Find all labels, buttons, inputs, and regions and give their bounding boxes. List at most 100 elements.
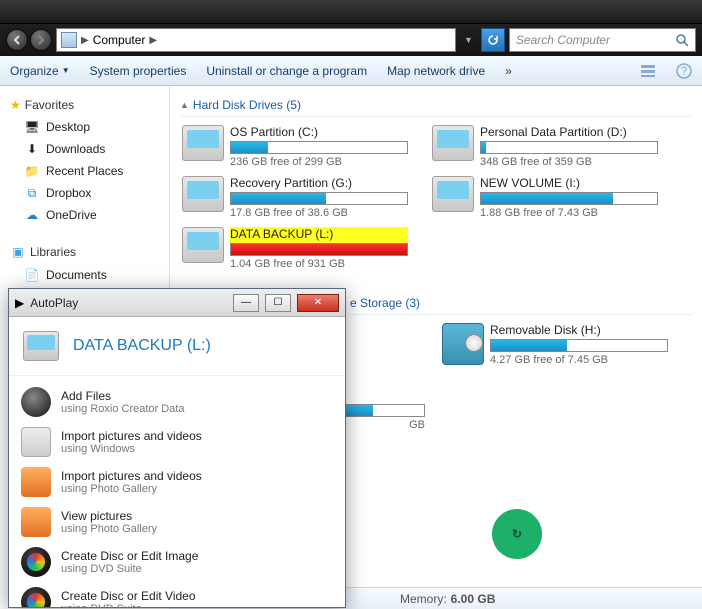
drive-item[interactable]: DATA BACKUP (L:)1.04 GB free of 931 GB [180,225,410,272]
cam-icon [21,427,51,457]
favorites-header[interactable]: ★ Favorites [4,94,165,116]
autoplay-action-list[interactable]: Add Filesusing Roxio Creator DataImport … [9,376,345,607]
uninstall-program-button[interactable]: Uninstall or change a program [206,64,367,78]
command-bar: Organize▼ System properties Uninstall or… [0,56,702,86]
drive-icon [23,331,59,361]
search-icon [675,33,689,47]
usage-bar [480,192,658,205]
memory-label: Memory: [400,592,447,606]
drive-free: GB [345,419,425,431]
usage-bar [490,339,668,352]
action-subtitle: using Windows [61,443,202,455]
autoplay-action[interactable]: View picturesusing Photo Gallery [11,502,343,542]
computer-icon [61,32,77,48]
libraries-header[interactable]: ▣ Libraries [4,240,165,264]
removable-section-header[interactable]: e Storage (3) [350,292,692,315]
map-network-drive-button[interactable]: Map network drive [387,64,485,78]
search-input[interactable]: Search Computer [509,28,696,52]
recent-icon: 📁 [24,163,40,179]
star-icon: ★ [10,98,21,112]
sidebar-item-desktop[interactable]: 🖥Desktop [4,116,165,138]
action-title: Create Disc or Edit Video [61,589,196,603]
forward-button[interactable] [30,29,52,51]
action-subtitle: using DVD Suite [61,563,198,575]
autoplay-titlebar[interactable]: ▶ AutoPlay — ☐ ✕ [9,289,345,317]
help-icon[interactable]: ? [676,63,692,79]
sidebar-item-onedrive[interactable]: ☁OneDrive [4,204,165,226]
organize-button[interactable]: Organize▼ [10,64,70,78]
action-title: Import pictures and videos [61,429,202,443]
autoplay-action[interactable]: Create Disc or Edit Videousing DVD Suite [11,582,343,607]
documents-icon: 📄 [24,267,40,283]
action-subtitle: using DVD Suite [61,603,196,607]
drive-item[interactable]: OS Partition (C:) 236 GB free of 299 GB [180,123,410,170]
removable-disk-icon [442,323,484,365]
drive-name: NEW VOLUME (I:) [480,176,658,192]
breadcrumb[interactable]: ▶ Computer ▶ [56,28,456,52]
usage-bar [230,141,408,154]
autoplay-action[interactable]: Import pictures and videosusing Windows [11,422,343,462]
drive-free: 236 GB free of 299 GB [230,156,408,168]
sidebar-item-downloads[interactable]: ⬇Downloads [4,138,165,160]
drive-free: 1.04 GB free of 931 GB [230,258,408,270]
action-subtitle: using Photo Gallery [61,483,202,495]
drive-free: 348 GB free of 359 GB [480,156,658,168]
view-icon[interactable] [640,63,656,79]
system-properties-button[interactable]: System properties [90,64,187,78]
drive-item[interactable]: Recovery Partition (G:) 17.8 GB free of 3… [180,174,410,221]
drive-item[interactable]: Personal Data Partition (D:) 348 GB free … [430,123,660,170]
onedrive-icon: ☁ [24,207,40,223]
breadcrumb-computer[interactable]: Computer [93,33,146,47]
close-button[interactable]: ✕ [297,294,339,312]
downloads-icon: ⬇ [24,141,40,157]
libraries-icon: ▣ [10,244,26,260]
desktop-icon: 🖥 [24,119,40,135]
sync-badge[interactable]: ↻ [492,509,542,559]
hdd-icon [432,125,474,161]
hdd-icon [432,176,474,212]
autoplay-icon: ▶ [15,296,24,310]
collapse-icon: ▲ [180,100,189,110]
action-subtitle: using Photo Gallery [61,523,157,535]
usage-bar [345,404,425,417]
hdd-icon [182,227,224,263]
memory-value: 6.00 GB [451,592,496,606]
svg-text:?: ? [681,64,688,78]
autoplay-action[interactable]: Add Filesusing Roxio Creator Data [11,382,343,422]
gal-icon [21,467,51,497]
action-title: View pictures [61,509,157,523]
hdd-icon [182,176,224,212]
autoplay-action[interactable]: Create Disc or Edit Imageusing DVD Suite [11,542,343,582]
autoplay-action[interactable]: Import pictures and videosusing Photo Ga… [11,462,343,502]
drive-name: Removable Disk (H:) [490,323,668,339]
drive-item[interactable]: NEW VOLUME (I:)1.88 GB free of 7.43 GB [430,174,660,221]
autoplay-drive-label: DATA BACKUP (L:) [73,337,211,355]
search-placeholder: Search Computer [516,33,610,47]
window-titlebar [0,0,702,24]
minimize-button[interactable]: — [233,294,259,312]
usage-bar [230,243,408,256]
gal-icon [21,507,51,537]
chevron-right-icon[interactable]: ▶ [81,35,89,46]
more-commands-button[interactable]: » [505,64,512,78]
action-subtitle: using Roxio Creator Data [61,403,185,415]
chevron-right-icon[interactable]: ▶ [149,35,157,46]
hdd-icon [182,125,224,161]
chevron-down-icon[interactable]: ▼ [460,35,477,45]
back-button[interactable] [6,29,28,51]
drive-name: Personal Data Partition (D:) [480,125,658,141]
sidebar-item-recent[interactable]: 📁Recent Places [4,160,165,182]
sidebar-item-dropbox[interactable]: ⧉Dropbox [4,182,165,204]
refresh-button[interactable] [481,28,505,52]
multi-icon [21,587,51,607]
action-title: Add Files [61,389,185,403]
drive-name: Recovery Partition (G:) [230,176,408,192]
sidebar-item-documents[interactable]: 📄Documents [4,264,165,286]
maximize-button[interactable]: ☐ [265,294,291,312]
drive-free: 17.8 GB free of 38.6 GB [230,207,408,219]
drive-name: OS Partition (C:) [230,125,408,141]
removable-disk[interactable]: Removable Disk (H:) 4.27 GB free of 7.45… [440,321,670,368]
dropbox-icon: ⧉ [24,185,40,201]
refresh-icon: ↻ [512,527,522,541]
hdd-section-header[interactable]: ▲ Hard Disk Drives (5) [180,94,692,117]
